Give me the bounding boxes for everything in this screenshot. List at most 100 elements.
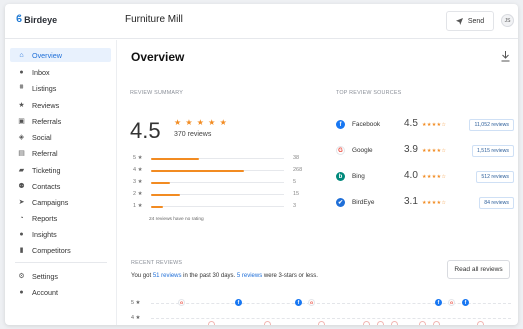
sidebar-item-social[interactable]: ◈ Social xyxy=(10,130,111,144)
social-icon: ◈ xyxy=(18,134,25,141)
sidebar-item-overview[interactable]: ⌂ Overview xyxy=(10,48,111,62)
sidebar-item-referrals[interactable]: ▣ Referrals xyxy=(10,114,111,128)
distribution-row[interactable]: 5 ★ 38 xyxy=(133,155,303,163)
referrals-icon: ▣ xyxy=(18,118,25,125)
review-marker-icon[interactable] xyxy=(419,321,426,325)
business-name: Furniture Mill xyxy=(125,14,183,25)
source-row-google[interactable]: G Google 3.9 ★★★★☆ 1,515 reviews xyxy=(336,144,514,158)
star-level-count: 3 xyxy=(293,203,297,209)
sidebar-item-label: Social xyxy=(32,132,52,142)
read-all-reviews-button[interactable]: Read all reviews xyxy=(447,260,510,279)
facebook-icon[interactable]: f xyxy=(295,299,302,306)
send-button-label: Send xyxy=(467,17,485,25)
google-icon[interactable]: G xyxy=(448,299,455,306)
total-reviews: 370 reviews xyxy=(174,131,212,138)
facebook-icon[interactable]: f xyxy=(435,299,442,306)
distribution-row[interactable]: 3 ★ 5 xyxy=(133,179,303,187)
star-level-count: 5 xyxy=(293,179,297,185)
sidebar-item-label: Ticketing xyxy=(32,165,61,175)
review-summary-label: REVIEW SUMMARY xyxy=(130,90,184,96)
source-name: Facebook xyxy=(352,121,381,128)
home-icon: ⌂ xyxy=(19,51,24,59)
chat-bubble-icon: ● xyxy=(19,68,24,76)
source-stars: ★★★★☆ xyxy=(422,147,447,154)
review-marker-icon[interactable] xyxy=(391,321,398,325)
distribution-bar xyxy=(151,193,181,196)
source-review-count[interactable]: 512 reviews xyxy=(476,171,514,183)
sidebar-item-label: Reports xyxy=(32,213,58,223)
referral-icon: ▤ xyxy=(18,150,25,157)
brand-logo[interactable]: ϐ Birdeye xyxy=(16,14,57,25)
listings-icon: ⩩ xyxy=(19,84,24,91)
star-level-label: 3 ★ xyxy=(133,179,143,185)
distribution-bar xyxy=(151,181,170,184)
timeline-row-line xyxy=(151,303,511,304)
overall-stars: ★ ★ ★ ★ ★ xyxy=(174,118,228,127)
avatar[interactable]: JS xyxy=(501,14,514,27)
overall-rating: 4.5 xyxy=(130,118,161,143)
review-marker-icon[interactable] xyxy=(363,321,370,325)
distribution-track xyxy=(151,157,284,160)
review-marker-icon[interactable] xyxy=(377,321,384,325)
sidebar-item-account[interactable]: ● Account xyxy=(10,285,111,299)
source-row-birdeye[interactable]: ✔ BirdEye 3.1 ★★★★☆ 84 reviews xyxy=(336,196,514,210)
contacts-icon: ⚉ xyxy=(18,183,25,190)
timeline-row-label: 4 ★ xyxy=(131,315,141,321)
distribution-track xyxy=(151,205,284,208)
source-stars: ★★★★☆ xyxy=(422,173,447,180)
distribution-row[interactable]: 1 ★ 3 xyxy=(133,203,303,211)
review-marker-icon[interactable] xyxy=(318,321,325,325)
timeline-row-line xyxy=(151,318,511,319)
review-marker-icon[interactable] xyxy=(477,321,484,325)
source-review-count[interactable]: 11,052 reviews xyxy=(469,119,514,131)
no-rating-note: 24 reviews have no rating xyxy=(149,217,204,222)
google-icon[interactable]: G xyxy=(178,299,185,306)
distribution-row[interactable]: 2 ★ 15 xyxy=(133,191,303,199)
sidebar-item-label: Account xyxy=(32,287,58,297)
review-marker-icon[interactable] xyxy=(264,321,271,325)
brand-name: Birdeye xyxy=(24,14,58,25)
sidebar-item-insights[interactable]: ● Insights xyxy=(10,227,111,241)
source-review-count[interactable]: 1,515 reviews xyxy=(471,145,514,157)
sidebar-item-label: Campaigns xyxy=(32,197,69,207)
sidebar-item-reviews[interactable]: ★ Reviews xyxy=(10,98,111,112)
sidebar-item-settings[interactable]: ⚙ Settings xyxy=(10,269,111,283)
recent-reviews-timeline: 5 ★ 4 ★ G f f G f G f xyxy=(131,297,514,325)
birdeye-icon: ✔ xyxy=(336,198,345,207)
birdeye-logo-icon: ϐ xyxy=(16,14,23,25)
sidebar-item-listings[interactable]: ⩩ Listings xyxy=(10,81,111,95)
top-sources-label: TOP REVIEW SOURCES xyxy=(336,90,402,96)
star-level-label: 1 ★ xyxy=(133,203,143,209)
review-marker-icon[interactable] xyxy=(433,321,440,325)
low-star-link[interactable]: 5 reviews xyxy=(237,273,262,279)
download-icon[interactable] xyxy=(501,51,510,62)
star-level-label: 2 ★ xyxy=(133,191,143,197)
sidebar-item-inbox[interactable]: ● Inbox xyxy=(10,65,111,79)
star-level-label: 4 ★ xyxy=(133,167,143,173)
sidebar-item-ticketing[interactable]: ▰ Ticketing xyxy=(10,163,111,177)
source-name: Google xyxy=(352,147,373,154)
facebook-icon[interactable]: f xyxy=(462,299,469,306)
review-count-link[interactable]: 51 reviews xyxy=(153,273,182,279)
top-bar: ϐ Birdeye Furniture Mill Send JS xyxy=(5,4,518,39)
source-row-facebook[interactable]: f Facebook 4.5 ★★★★☆ 11,052 reviews xyxy=(336,118,514,132)
source-review-count[interactable]: 84 reviews xyxy=(479,197,514,209)
sidebar-item-campaigns[interactable]: ➤ Campaigns xyxy=(10,195,111,209)
source-row-bing[interactable]: b Bing 4.0 ★★★★☆ 512 reviews xyxy=(336,170,514,184)
google-icon[interactable]: G xyxy=(308,299,315,306)
summary-text: in the past 30 days. xyxy=(181,273,237,279)
review-marker-icon[interactable] xyxy=(208,321,215,325)
sidebar-item-contacts[interactable]: ⚉ Contacts xyxy=(10,179,111,193)
sidebar-item-label: Referrals xyxy=(32,116,62,126)
facebook-icon[interactable]: f xyxy=(235,299,242,306)
sidebar-item-reports[interactable]: ◔ Reports xyxy=(10,211,111,225)
send-button[interactable]: Send xyxy=(446,11,494,31)
sidebar-item-competitors[interactable]: ▮ Competitors xyxy=(10,243,111,257)
sidebar-item-referral[interactable]: ▤ Referral xyxy=(10,146,111,160)
star-icon: ★ xyxy=(18,102,25,109)
distribution-row[interactable]: 4 ★ 268 xyxy=(133,167,303,175)
campaign-icon: ➤ xyxy=(18,199,25,206)
distribution-bar xyxy=(151,169,245,172)
source-rating: 4.0 xyxy=(404,170,418,181)
source-rating: 3.1 xyxy=(404,196,418,207)
